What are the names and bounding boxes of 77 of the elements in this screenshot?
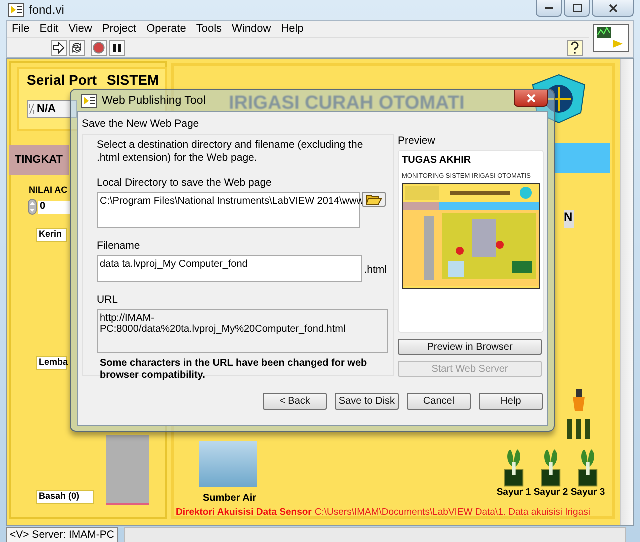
preview-title: TUGAS AKHIR [402,155,472,166]
serial-port-selector[interactable]: N/A [27,100,77,118]
preview-button[interactable]: Preview in Browser [398,339,542,355]
help-icon [569,40,581,54]
plant-label: Sayur 1 [496,487,532,498]
close-button[interactable] [514,90,548,107]
water-photo-placeholder [199,441,257,487]
close-icon [608,4,618,12]
directory-path: C:\Users\IMAM\Documents\LabVIEW Data\1. Data akuisisi Irigasi [314,507,590,518]
close-icon [526,94,536,102]
level-tab[interactable]: TINGKAT [9,145,69,175]
tank-gauge [106,435,149,505]
panel-heading: IRIGASI CURAH OTOMATI [229,93,465,115]
pause-button[interactable] [109,40,125,56]
arrow-icon [53,42,65,54]
dialog-button[interactable]: < Back [263,393,327,410]
menu-item[interactable]: Project [102,23,137,35]
level-indicator: Basah (0) [36,490,94,504]
directory-label: Direktori Akuisisi Data Sensor [176,507,312,518]
sprinkler-drawing [567,389,591,439]
stop-icon [93,42,105,54]
close-button[interactable] [592,0,634,17]
setpoint-label: NILAI AC [29,185,68,195]
level-indicator: Kerin [36,228,67,242]
plant-label: Sayur 2 [534,487,568,498]
dialog-title: Web Publishing Tool [102,94,206,106]
filename-label: Filename [97,240,142,252]
dialog-button[interactable]: Cancel [407,393,471,410]
instruction-text: Select a destination directory and filename (excluding the .html extension) for the Web page. [97,139,364,165]
io-icon [29,102,35,116]
menu-item[interactable]: File [12,23,30,35]
window-title: fond.vi [29,3,64,17]
directory-label: Local Directory to save the Web page [97,177,273,189]
menu-item[interactable]: Window [232,23,272,35]
maximize-icon [572,4,582,12]
vi-icon[interactable] [593,24,629,52]
plant-icon [503,447,525,487]
menu-item[interactable]: View [68,23,92,35]
horizontal-scrollbar[interactable] [124,527,626,542]
setpoint-field[interactable]: 0 [38,201,70,214]
abort-button[interactable] [91,40,107,56]
help-button[interactable] [567,40,583,56]
extension-label: .html [364,264,387,276]
minimize-icon [545,6,553,10]
menu-item[interactable]: Edit [40,23,59,35]
section-title: Save the New Web Page [82,118,200,130]
menu-item[interactable]: Operate [146,23,186,35]
serial-port-label: Serial Port [27,72,98,88]
spinner-arrows-icon[interactable] [28,199,37,215]
pause-icon [112,42,122,52]
url-label: URL [97,294,120,306]
indicator-label: N [564,210,574,228]
url-field: http://IMAM-PC:8000/data%20ta.lvproj_My%20Computer_fond.html [97,309,388,353]
vertical-scrollbar[interactable] [620,59,633,525]
cycle-arrows-icon [71,42,83,54]
run-continuously-button[interactable] [69,40,85,56]
directory-field[interactable]: C:\Program Files\National Instruments\LabVIEW 2014\www [97,192,360,228]
minimize-button[interactable] [536,0,562,17]
system-label: SISTEM [107,72,160,88]
maximize-button[interactable] [564,0,590,17]
note-text: Some characters in the URL have been changed for web browser compatibility. [100,358,368,382]
water-source-label: Sumber Air [203,493,257,504]
preview-label: Preview [398,135,436,147]
menu-item[interactable]: Help [281,23,304,35]
menu-item[interactable]: Tools [196,23,222,35]
filename-field[interactable]: data ta.lvproj_My Computer_fond [97,255,362,282]
run-button[interactable] [51,40,67,56]
server-label: <V> Server: IMAM-PC [6,527,118,542]
folder-icon [366,194,382,205]
dialog-button[interactable]: Help [479,393,543,410]
app-icon [81,94,97,108]
browse-button[interactable] [362,192,386,207]
dialog-button[interactable]: Save to Disk [335,393,399,410]
plant-icon [540,447,562,487]
app-icon [8,3,24,17]
plant-label: Sayur 3 [570,487,606,498]
plant-icon [577,447,599,487]
